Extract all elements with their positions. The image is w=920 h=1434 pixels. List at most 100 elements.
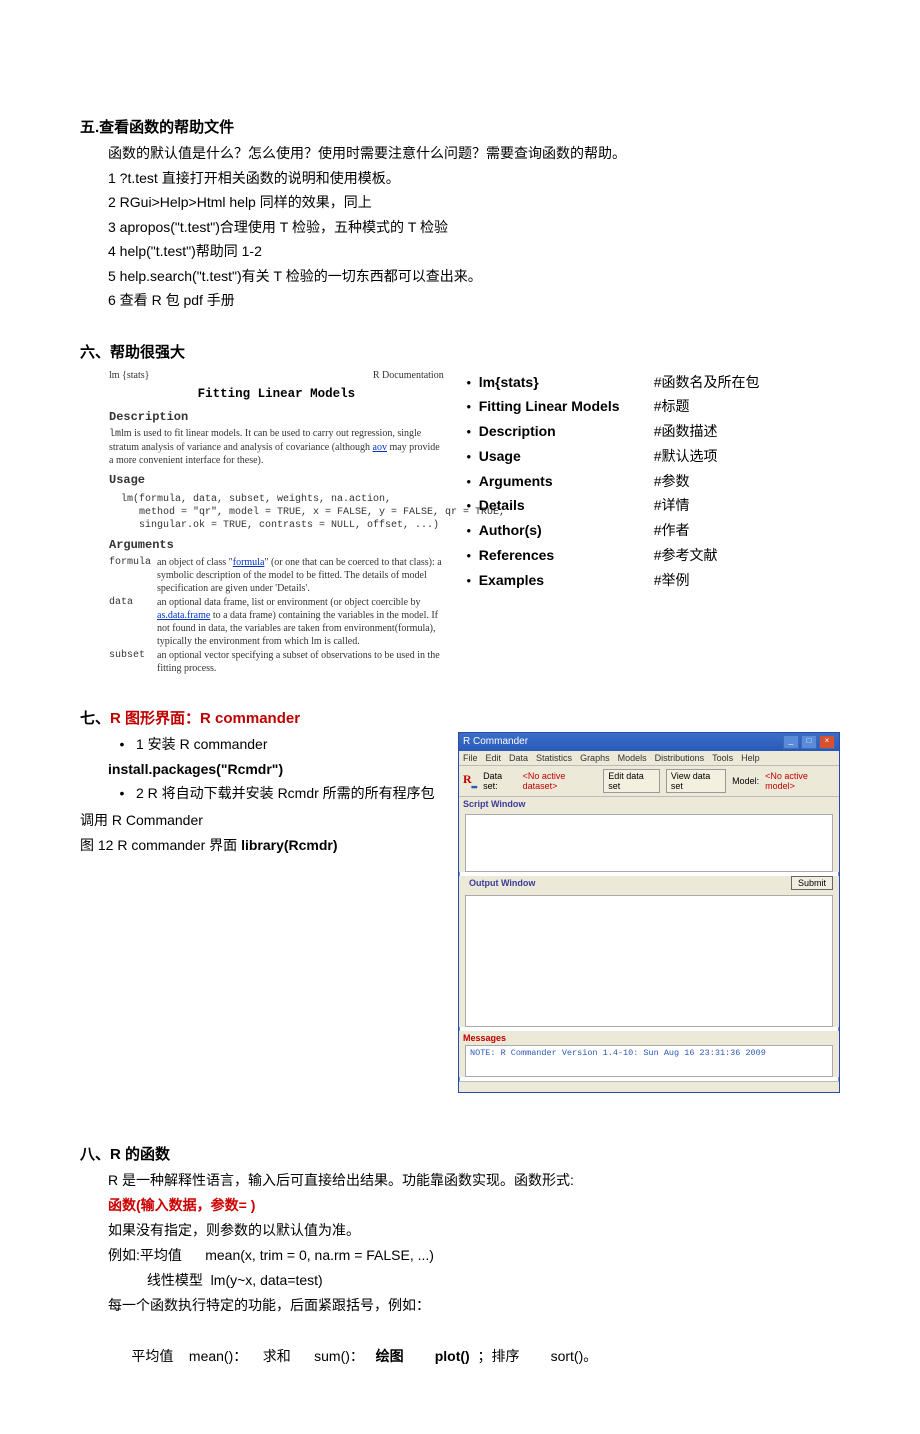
comment: #参数 (654, 469, 690, 494)
section5-item: 3 apropos("t.test")合理使用 T 检验，五种模式的 T 检验 (108, 215, 840, 240)
doc-title: Fitting Linear Models (109, 386, 444, 402)
list-item: •2 R 将自动下载并安装 Rcmdr 所需的所有程序包 (108, 781, 444, 806)
list-item: •Description#函数描述 (459, 419, 840, 444)
label: Author(s) (479, 518, 654, 543)
t: an object of class " (157, 557, 233, 568)
s8-line4: 例如:平均值 mean(x, trim = 0, na.rm = FALSE, … (108, 1243, 840, 1268)
comment: #举例 (654, 568, 690, 593)
label: References (479, 543, 654, 568)
comment: #作者 (654, 518, 690, 543)
t: an optional data frame, list or environm… (157, 597, 421, 608)
help-explain-list: •lm{stats}#函数名及所在包 •Fitting Linear Model… (459, 366, 840, 593)
doc-box: lm {stats} R Documentation Fitting Linea… (108, 366, 445, 679)
section5-body: 函数的默认值是什么？怎么使用？使用时需要注意什么问题？需要查询函数的帮助。 1 … (108, 141, 840, 313)
s8-line5: 线性模型 lm(y~x, data=test) (108, 1268, 840, 1293)
section5-item: 2 RGui>Help>Html help 同样的效果，同上 (108, 190, 840, 215)
menu-distributions[interactable]: Distributions (655, 753, 705, 763)
messages-area[interactable]: NOTE: R Commander Version 1.4-10: Sun Au… (465, 1045, 833, 1077)
toolbar-no-model: <No active model> (765, 771, 835, 791)
bullet-icon: • (459, 520, 479, 543)
bullet-icon: • (459, 570, 479, 593)
list-item: •Author(s)#作者 (459, 518, 840, 543)
section7-left: •1 安装 R commander install.packages("Rcmd… (108, 732, 444, 858)
list-item: •Arguments#参数 (459, 469, 840, 494)
label: Fitting Linear Models (479, 394, 654, 419)
menu-tools[interactable]: Tools (712, 753, 733, 763)
doc-arg-name: data (109, 596, 157, 648)
list-item: •lm{stats}#函数名及所在包 (459, 370, 840, 395)
section7-body: •1 安装 R commander install.packages("Rcmd… (80, 732, 840, 1093)
menu-file[interactable]: File (463, 753, 478, 763)
doc-arg-row: data an optional data frame, list or env… (109, 596, 444, 648)
bullet-icon: • (459, 471, 479, 494)
s8-line7: 平均值 mean()： 求和 sum()： 绘图 plot() ；排序 sort… (108, 1319, 840, 1395)
output-window-label: Output Window (465, 876, 539, 890)
s8-line6: 每一个函数执行特定的功能，后面紧跟括号，例如： (108, 1293, 840, 1318)
rcmdr-window: R Commander _ □ × File Edit Data Statist… (458, 732, 840, 1093)
doc-arguments-h: Arguments (109, 538, 444, 554)
comment: #函数名及所在包 (654, 370, 760, 395)
doc-arg-desc: an object of class "formula" (or one tha… (157, 556, 444, 595)
fig-text: 图 12 R commander 界面 (80, 837, 241, 853)
list-item: •Fitting Linear Models#标题 (459, 394, 840, 419)
rcmdr-menubar: File Edit Data Statistics Graphs Models … (459, 751, 839, 766)
fig-line: 图 12 R commander 界面 library(Rcmdr) (80, 833, 444, 858)
output-textarea[interactable] (465, 895, 833, 1027)
bullet-icon: • (459, 372, 479, 395)
bullet-icon: • (108, 781, 136, 806)
minimize-icon[interactable]: _ (783, 735, 799, 749)
section5-item: 1 ?t.test 直接打开相关函数的说明和使用模板。 (108, 166, 840, 191)
doc-formula-link[interactable]: formula (233, 557, 265, 568)
menu-statistics[interactable]: Statistics (536, 753, 572, 763)
script-textarea[interactable] (465, 814, 833, 872)
s8-line1: R 是一种解释性语言，输入后可直接给出结果。功能靠函数实现。函数形式: (108, 1168, 840, 1193)
section5-item: 4 help("t.test")帮助同 1-2 (108, 239, 840, 264)
t: 平均值 mean()： 求和 sum()： (131, 1348, 375, 1364)
bullet-icon: • (108, 732, 136, 757)
s8-line3: 如果没有指定，则参数的以默认值为准。 (108, 1218, 840, 1243)
doc-usage-h: Usage (109, 473, 444, 489)
list-item: •References#参考文献 (459, 543, 840, 568)
doc-box-wrap: lm {stats} R Documentation Fitting Linea… (108, 366, 445, 679)
label: Arguments (479, 469, 654, 494)
comment: #函数描述 (654, 419, 718, 444)
section5-heading: 五.查看函数的帮助文件 (80, 116, 840, 137)
h-red: R 图形界面：R commander (110, 710, 300, 727)
maximize-icon[interactable]: □ (801, 735, 817, 749)
comment: #参考文献 (654, 543, 718, 568)
doc-arg-desc: an optional vector specifying a subset o… (157, 649, 444, 675)
bullet-icon: • (459, 495, 479, 518)
messages-label: Messages (459, 1031, 839, 1045)
section6-heading: 六、帮助很强大 (80, 341, 840, 362)
section5-intro: 函数的默认值是什么？怎么使用？使用时需要注意什么问题？需要查询函数的帮助。 (108, 141, 840, 166)
rcmdr-toolbar: R▂ Data set: <No active dataset> Edit da… (459, 766, 839, 797)
view-data-button[interactable]: View data set (666, 769, 726, 793)
window-title: R Commander (463, 736, 528, 747)
menu-edit[interactable]: Edit (486, 753, 502, 763)
doc-asdataframe-link[interactable]: as.data.frame (157, 610, 210, 621)
section5-item: 6 查看 R 包 pdf 手册 (108, 288, 840, 313)
doc-aov-link[interactable]: aov (373, 442, 387, 453)
fig-bold: library(Rcmdr) (241, 837, 337, 853)
doc-arg-row: formula an object of class "formula" (or… (109, 556, 444, 595)
doc-description-h: Description (109, 410, 444, 426)
section8-body: R 是一种解释性语言，输入后可直接给出结果。功能靠函数实现。函数形式: 函数(输… (108, 1168, 840, 1395)
menu-data[interactable]: Data (509, 753, 528, 763)
menu-graphs[interactable]: Graphs (580, 753, 610, 763)
doc-topleft: lm {stats} (109, 369, 149, 382)
section7-heading: 七、R 图形界面：R commander (80, 707, 840, 728)
submit-button[interactable]: Submit (791, 876, 833, 890)
r-logo-icon: R▂ (463, 772, 477, 788)
close-icon[interactable]: × (819, 735, 835, 749)
comment: #标题 (654, 394, 690, 419)
label: Examples (479, 568, 654, 593)
edit-data-button[interactable]: Edit data set (603, 769, 660, 793)
menu-help[interactable]: Help (741, 753, 760, 763)
text: 1 安装 R commander (136, 732, 267, 757)
menu-models[interactable]: Models (618, 753, 647, 763)
doc-arg-row: subset an optional vector specifying a s… (109, 649, 444, 675)
page: 五.查看函数的帮助文件 函数的默认值是什么？怎么使用？使用时需要注意什么问题？需… (0, 0, 920, 1434)
doc-usage-code: lm(formula, data, subset, weights, na.ac… (121, 493, 444, 532)
rcmdr-titlebar[interactable]: R Commander _ □ × (459, 733, 839, 751)
call-line: 调用 R Commander (80, 808, 444, 833)
